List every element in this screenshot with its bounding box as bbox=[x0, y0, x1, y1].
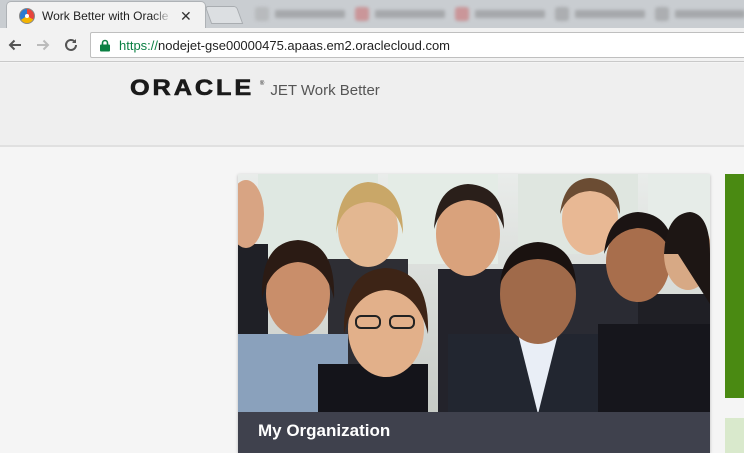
background-tab[interactable] bbox=[455, 6, 545, 22]
background-tabs bbox=[245, 2, 744, 26]
back-arrow-icon bbox=[8, 39, 21, 51]
page-content: ORACLE ® JET Work Better My Organization bbox=[0, 63, 744, 453]
dashboard-card-partial[interactable] bbox=[725, 418, 744, 453]
site-favicon-icon bbox=[19, 8, 35, 24]
background-tab[interactable] bbox=[655, 6, 744, 22]
card-title: My Organization bbox=[258, 421, 391, 440]
background-tab[interactable] bbox=[355, 6, 445, 22]
tab-close-icon[interactable]: ✕ bbox=[180, 8, 192, 24]
new-tab-button[interactable] bbox=[204, 6, 244, 24]
brand: ORACLE ® JET Work Better bbox=[130, 75, 380, 101]
reload-icon bbox=[65, 38, 77, 51]
url-host: nodejet-gse00000475.apaas.em2.oracleclou… bbox=[158, 37, 451, 53]
lock-icon bbox=[100, 39, 110, 51]
reload-button[interactable] bbox=[60, 34, 82, 56]
forward-arrow-icon bbox=[37, 39, 50, 51]
browser-toolbar: https://nodejet-gse00000475.apaas.em2.or… bbox=[0, 28, 744, 62]
registered-mark: ® bbox=[259, 81, 265, 87]
tab-title: Work Better with Oracle JET bbox=[42, 9, 172, 23]
tab-active[interactable]: Work Better with Oracle JET ✕ bbox=[6, 1, 206, 28]
dashboard-card-my-organization[interactable]: My Organization bbox=[238, 174, 710, 453]
dashboard-card-partial[interactable] bbox=[725, 174, 744, 398]
background-tab[interactable] bbox=[555, 6, 645, 22]
tab-strip: Work Better with Oracle JET ✕ bbox=[0, 0, 744, 28]
background-tab[interactable] bbox=[255, 6, 345, 22]
url-scheme: https:// bbox=[119, 37, 159, 53]
app-name: JET Work Better bbox=[270, 82, 380, 99]
card-footer: My Organization bbox=[238, 412, 710, 453]
team-photo bbox=[238, 174, 710, 412]
oracle-logo: ORACLE bbox=[130, 75, 255, 101]
address-bar[interactable]: https://nodejet-gse00000475.apaas.em2.or… bbox=[90, 32, 744, 58]
app-header: ORACLE ® JET Work Better bbox=[0, 63, 744, 147]
back-button[interactable] bbox=[4, 34, 26, 56]
forward-button[interactable] bbox=[32, 34, 54, 56]
